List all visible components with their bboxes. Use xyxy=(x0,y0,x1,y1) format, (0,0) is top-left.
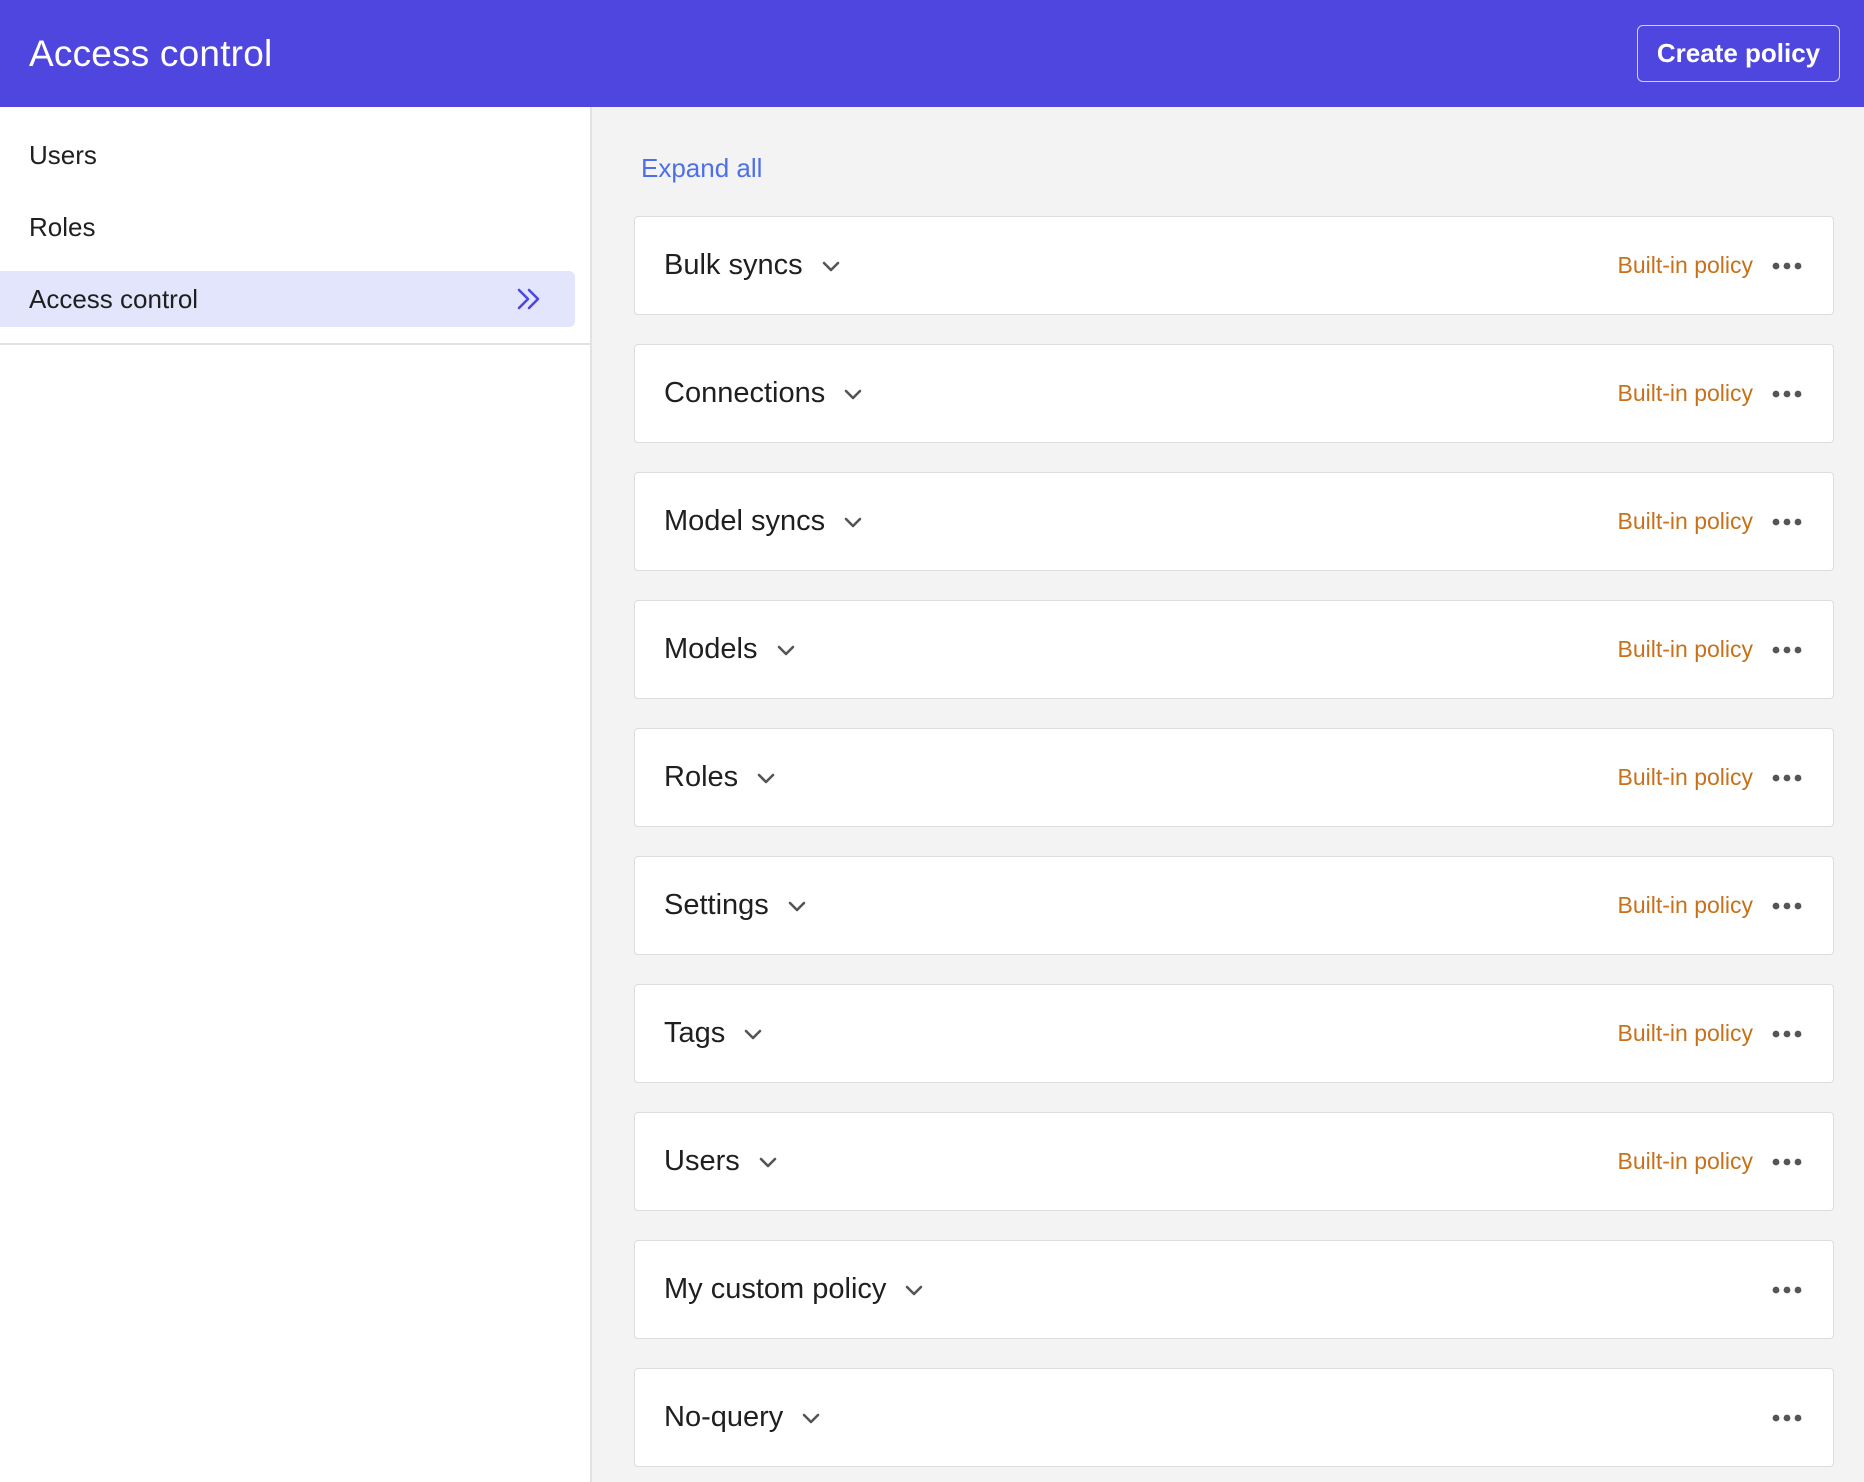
more-options-icon[interactable] xyxy=(1771,1146,1803,1178)
built-in-policy-badge: Built-in policy xyxy=(1617,508,1754,534)
policy-card[interactable]: Tags Built-in policy xyxy=(634,984,1834,1083)
policy-name: Bulk syncs xyxy=(664,249,803,281)
policy-actions: Built-in policy xyxy=(1618,1146,1804,1178)
policy-card[interactable]: Users Built-in policy xyxy=(634,1112,1834,1211)
more-options-icon[interactable] xyxy=(1771,506,1803,538)
sidebar-item-label: Roles xyxy=(29,211,96,242)
chevron-down-icon[interactable] xyxy=(756,1150,780,1174)
built-in-policy-badge: Built-in policy xyxy=(1617,636,1754,662)
chevron-down-icon[interactable] xyxy=(774,638,798,662)
policy-actions: Built-in policy xyxy=(1618,378,1804,410)
more-options-icon[interactable] xyxy=(1771,762,1803,794)
policy-actions: Built-in policy xyxy=(1618,762,1804,794)
policy-card[interactable]: Models Built-in policy xyxy=(634,600,1834,699)
policy-header[interactable]: Settings xyxy=(664,889,809,922)
chevron-down-icon[interactable] xyxy=(741,1022,765,1046)
create-policy-button[interactable]: Create policy xyxy=(1637,25,1840,82)
sidebar-item-users[interactable]: Users xyxy=(0,127,575,183)
sidebar-item-access-control[interactable]: Access control xyxy=(0,271,575,327)
built-in-policy-badge: Built-in policy xyxy=(1617,892,1754,918)
policy-name: Roles xyxy=(664,761,739,793)
sidebar-nav: Users Roles Access control xyxy=(0,107,590,327)
built-in-policy-badge: Built-in policy xyxy=(1617,764,1754,790)
chevron-down-icon[interactable] xyxy=(841,510,865,534)
main-content: Expand all Bulk syncs Built-in policy Co… xyxy=(594,107,1864,1482)
policy-header[interactable]: Users xyxy=(664,1145,780,1178)
policy-name: Connections xyxy=(664,377,826,409)
page-title: Access control xyxy=(29,32,273,74)
policy-header[interactable]: Roles xyxy=(664,761,778,794)
chevron-down-icon[interactable] xyxy=(799,1406,823,1430)
policy-card[interactable]: Settings Built-in policy xyxy=(634,856,1834,955)
policy-header[interactable]: Connections xyxy=(664,377,865,410)
sidebar-item-label: Users xyxy=(29,139,97,170)
policy-name: Tags xyxy=(664,1017,726,1049)
policy-actions xyxy=(1771,1274,1803,1306)
built-in-policy-badge: Built-in policy xyxy=(1617,252,1754,278)
chevron-down-icon[interactable] xyxy=(819,254,843,278)
policy-actions: Built-in policy xyxy=(1618,634,1804,666)
policy-name: Model syncs xyxy=(664,505,826,537)
double-chevron-right-icon xyxy=(515,287,543,311)
policy-header[interactable]: Models xyxy=(664,633,798,666)
policy-header[interactable]: My custom policy xyxy=(664,1273,926,1306)
more-options-icon[interactable] xyxy=(1771,1018,1803,1050)
policy-actions: Built-in policy xyxy=(1618,1018,1804,1050)
policy-header[interactable]: Bulk syncs xyxy=(664,249,843,282)
policy-card[interactable]: Model syncs Built-in policy xyxy=(634,472,1834,571)
sidebar: Users Roles Access control xyxy=(0,107,592,1482)
policy-card[interactable]: Roles Built-in policy xyxy=(634,728,1834,827)
built-in-policy-badge: Built-in policy xyxy=(1617,1020,1754,1046)
expand-all-link[interactable]: Expand all xyxy=(641,153,762,184)
policy-name: Models xyxy=(664,633,758,665)
sidebar-divider xyxy=(0,343,590,345)
policy-name: No-query xyxy=(664,1401,784,1433)
policy-actions: Built-in policy xyxy=(1618,250,1804,282)
more-options-icon[interactable] xyxy=(1771,890,1803,922)
more-options-icon[interactable] xyxy=(1771,378,1803,410)
policy-actions: Built-in policy xyxy=(1618,890,1804,922)
chevron-down-icon[interactable] xyxy=(902,1278,926,1302)
chevron-down-icon[interactable] xyxy=(841,382,865,406)
policy-name: My custom policy xyxy=(664,1273,887,1305)
chevron-down-icon[interactable] xyxy=(785,894,809,918)
top-header: Access control Create policy xyxy=(0,0,1864,107)
policy-card[interactable]: My custom policy xyxy=(634,1240,1834,1339)
more-options-icon[interactable] xyxy=(1771,250,1803,282)
policy-name: Settings xyxy=(664,889,769,921)
chevron-down-icon[interactable] xyxy=(754,766,778,790)
policy-list: Bulk syncs Built-in policy Connections B… xyxy=(634,216,1834,1467)
more-options-icon[interactable] xyxy=(1771,634,1803,666)
built-in-policy-badge: Built-in policy xyxy=(1617,1148,1754,1174)
policy-card[interactable]: Bulk syncs Built-in policy xyxy=(634,216,1834,315)
policy-header[interactable]: Model syncs xyxy=(664,505,865,538)
policy-name: Users xyxy=(664,1145,740,1177)
policy-header[interactable]: No-query xyxy=(664,1401,823,1434)
policy-actions xyxy=(1771,1402,1803,1434)
built-in-policy-badge: Built-in policy xyxy=(1617,380,1754,406)
policy-card[interactable]: No-query xyxy=(634,1368,1834,1467)
sidebar-item-roles[interactable]: Roles xyxy=(0,199,575,255)
sidebar-item-label: Access control xyxy=(29,283,199,314)
policy-header[interactable]: Tags xyxy=(664,1017,765,1050)
policy-actions: Built-in policy xyxy=(1618,506,1804,538)
more-options-icon[interactable] xyxy=(1771,1274,1803,1306)
policy-card[interactable]: Connections Built-in policy xyxy=(634,344,1834,443)
more-options-icon[interactable] xyxy=(1771,1402,1803,1434)
